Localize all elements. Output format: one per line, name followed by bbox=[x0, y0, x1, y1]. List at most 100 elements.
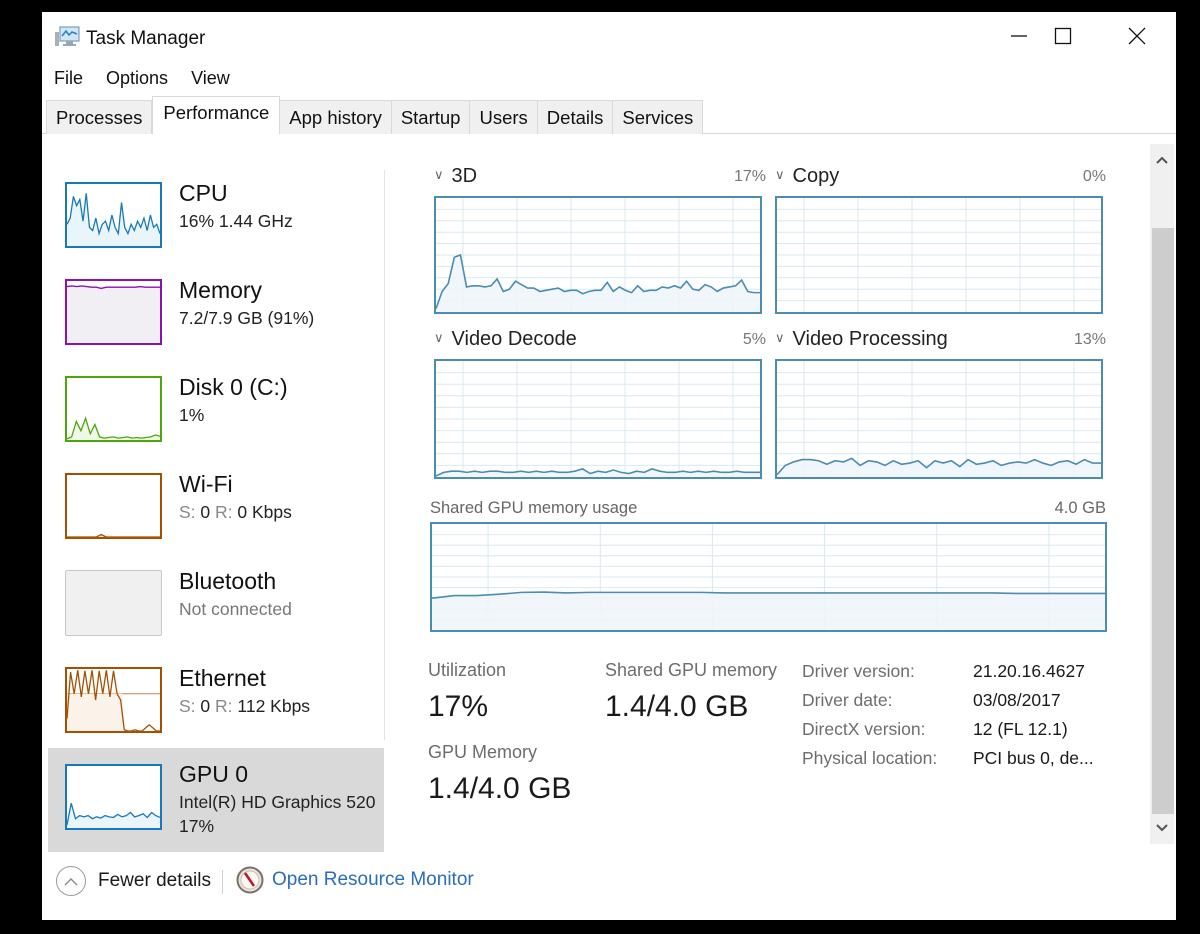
task-manager-app-icon bbox=[55, 26, 80, 46]
menu-bar: File Options View bbox=[42, 64, 241, 92]
tab-app-history[interactable]: App history bbox=[280, 100, 392, 134]
utilization-value: 17% bbox=[428, 690, 489, 723]
sidebar-item-memory[interactable]: Memory 7.2/7.9 GB (91%) bbox=[48, 267, 384, 364]
open-resource-monitor-label: Open Resource Monitor bbox=[272, 869, 474, 890]
sidebar-item-wifi[interactable]: Wi-Fi S: 0 R: 0 Kbps bbox=[48, 461, 384, 558]
open-resource-monitor-link[interactable]: Open Resource Monitor bbox=[236, 866, 474, 894]
driver-version-label: Driver version: bbox=[802, 661, 915, 681]
gpu-memory-value: 1.4/4.0 GB bbox=[428, 772, 572, 805]
chevron-up-icon bbox=[1156, 156, 1168, 164]
scrollbar-thumb[interactable] bbox=[1152, 228, 1174, 814]
send-label: S: bbox=[179, 696, 196, 716]
series-area bbox=[436, 255, 760, 312]
memory-sparkline bbox=[65, 279, 162, 345]
receive-value: 112 Kbps bbox=[237, 696, 311, 716]
series-area bbox=[432, 592, 1105, 630]
tab-details[interactable]: Details bbox=[537, 100, 614, 134]
gpu-memory-label: GPU Memory bbox=[428, 742, 538, 762]
engine-name: Video Decode bbox=[451, 328, 577, 350]
sidebar-item-subtitle: 16% 1.44 GHz bbox=[179, 211, 293, 231]
graph-svg bbox=[777, 361, 1101, 477]
shared-gpu-memory-label: Shared GPU memory bbox=[605, 660, 778, 680]
menu-file[interactable]: File bbox=[42, 64, 94, 92]
vertical-scrollbar[interactable] bbox=[1150, 144, 1174, 844]
engine-copy-percent: 0% bbox=[1082, 168, 1106, 185]
sidebar-item-title: CPU bbox=[179, 180, 228, 206]
receive-label: R: bbox=[215, 502, 233, 522]
disk-sparkline bbox=[65, 376, 162, 442]
sparkline-area bbox=[67, 287, 160, 343]
close-button[interactable] bbox=[1114, 18, 1160, 54]
send-value: 0 bbox=[200, 502, 211, 522]
footer-separator bbox=[222, 870, 223, 894]
physical-location-value: PCI bus 0, de... bbox=[973, 748, 1094, 768]
menu-options[interactable]: Options bbox=[94, 64, 179, 92]
sidebar-item-subtitle: Not connected bbox=[179, 599, 292, 619]
footer: Fewer details Open Resource Monitor bbox=[42, 858, 1176, 906]
ethernet-sparkline bbox=[65, 667, 162, 733]
chevron-down-icon: ∨ bbox=[434, 167, 444, 182]
tab-performance[interactable]: Performance bbox=[152, 96, 281, 134]
engine-video-processing-graph bbox=[775, 359, 1103, 479]
sidebar-divider bbox=[384, 170, 385, 740]
sidebar-item-subtitle: 7.2/7.9 GB (91%) bbox=[179, 308, 315, 328]
fewer-details-label: Fewer details bbox=[98, 870, 211, 891]
tab-users[interactable]: Users bbox=[470, 100, 538, 134]
menu-view[interactable]: View bbox=[179, 64, 241, 92]
chevron-down-icon: ∨ bbox=[775, 330, 785, 345]
sidebar-item-title: Memory bbox=[179, 277, 263, 303]
title-bar: Task Manager bbox=[42, 12, 1176, 62]
engine-video-processing-percent: 13% bbox=[1073, 331, 1106, 348]
shared-memory-graph-max: 4.0 GB bbox=[1054, 499, 1106, 517]
cpu-sparkline bbox=[65, 182, 162, 248]
driver-date-label: Driver date: bbox=[802, 690, 893, 710]
sidebar-item-subtitle: S: 0 R: 0 Kbps bbox=[179, 502, 292, 523]
tab-bar: Processes Performance App history Startu… bbox=[42, 94, 1176, 134]
maximize-icon bbox=[1054, 27, 1072, 45]
graph-svg bbox=[436, 361, 760, 477]
maximize-button[interactable] bbox=[1040, 18, 1086, 54]
engine-name: Video Processing bbox=[792, 328, 948, 350]
window-title: Task Manager bbox=[86, 28, 206, 49]
sidebar-item-ethernet[interactable]: Ethernet S: 0 R: 112 Kbps bbox=[48, 655, 384, 752]
engine-3d-header[interactable]: ∨ 3D bbox=[434, 165, 477, 188]
task-manager-window: Task Manager File Options View Processes… bbox=[42, 12, 1176, 920]
scroll-down-button[interactable] bbox=[1150, 816, 1174, 840]
engine-3d-percent: 17% bbox=[733, 168, 766, 185]
tab-processes[interactable]: Processes bbox=[46, 100, 153, 134]
engine-video-decode-header[interactable]: ∨ Video Decode bbox=[434, 328, 577, 351]
bluetooth-sparkline bbox=[65, 570, 162, 636]
directx-version-label: DirectX version: bbox=[802, 719, 926, 739]
fewer-details-button[interactable]: Fewer details bbox=[56, 866, 211, 896]
graph-svg bbox=[777, 198, 1101, 312]
sidebar-item-gpu[interactable]: GPU 0 Intel(R) HD Graphics 520 17% bbox=[48, 748, 384, 852]
sidebar-item-bluetooth[interactable]: Bluetooth Not connected bbox=[48, 558, 384, 655]
sidebar-item-cpu[interactable]: CPU 16% 1.44 GHz bbox=[48, 170, 384, 267]
sidebar-item-title: Wi-Fi bbox=[179, 471, 233, 497]
tab-startup[interactable]: Startup bbox=[391, 100, 471, 134]
series-area bbox=[436, 468, 760, 477]
minimize-button[interactable] bbox=[996, 18, 1042, 54]
chevron-down-icon bbox=[1156, 824, 1168, 832]
driver-version-value: 21.20.16.4627 bbox=[973, 661, 1085, 681]
gpu-sparkline bbox=[65, 764, 162, 830]
shared-gpu-memory-value: 1.4/4.0 GB bbox=[605, 690, 749, 723]
chevron-down-icon: ∨ bbox=[434, 330, 444, 345]
scroll-up-button[interactable] bbox=[1150, 148, 1174, 172]
engine-name: Copy bbox=[792, 165, 840, 187]
resource-monitor-icon bbox=[236, 866, 264, 894]
sidebar-item-disk[interactable]: Disk 0 (C:) 1% bbox=[48, 364, 384, 461]
sidebar-item-title: Ethernet bbox=[179, 665, 266, 691]
sidebar-item-subtitle: Intel(R) HD Graphics 520 bbox=[179, 792, 376, 812]
engine-video-decode-percent: 5% bbox=[742, 331, 766, 348]
engine-copy-header[interactable]: ∨ Copy bbox=[775, 165, 839, 188]
sidebar-item-title: Bluetooth bbox=[179, 568, 277, 594]
engine-3d-graph bbox=[434, 196, 762, 314]
graph-svg bbox=[432, 524, 1105, 630]
engine-video-processing-header[interactable]: ∨ Video Processing bbox=[775, 328, 948, 351]
chevron-down-icon: ∨ bbox=[775, 167, 785, 182]
shared-memory-graph-label: Shared GPU memory usage bbox=[430, 499, 638, 517]
utilization-label: Utilization bbox=[428, 660, 507, 680]
tab-services[interactable]: Services bbox=[613, 100, 704, 134]
engine-copy-graph bbox=[775, 196, 1103, 314]
